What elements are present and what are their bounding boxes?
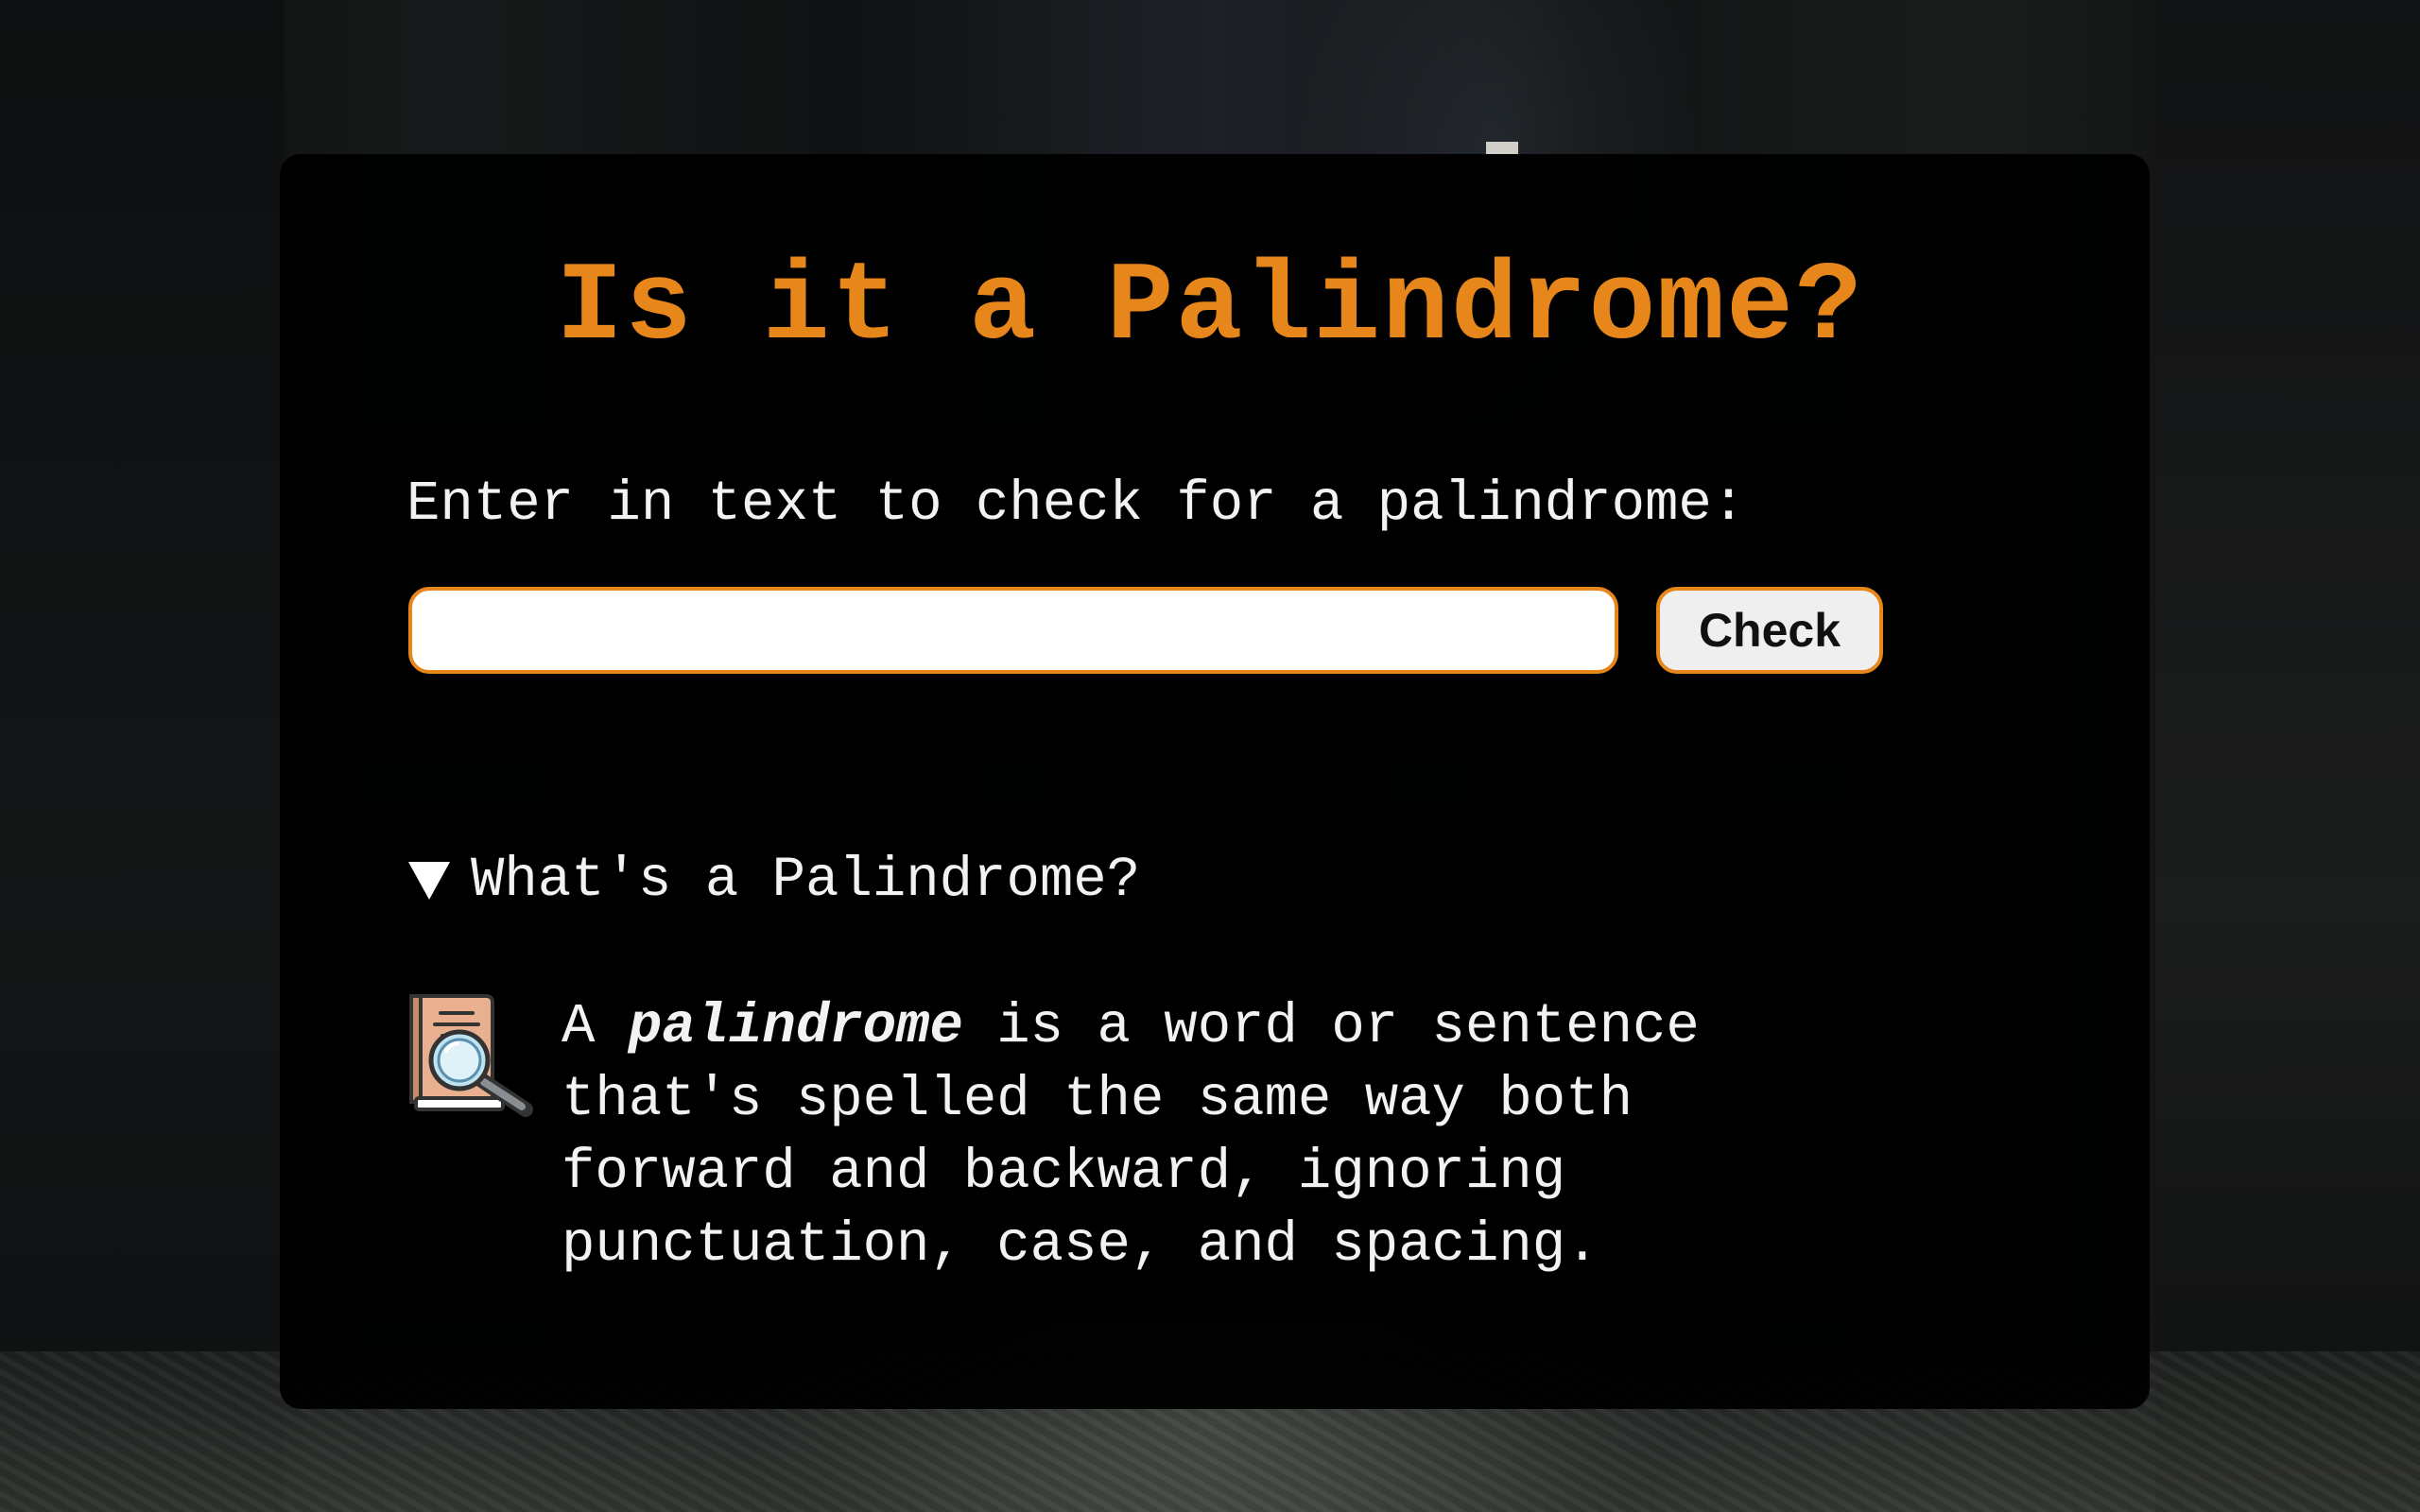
definition-line1-rest: is a word or sentence [962, 995, 1700, 1058]
checker-card: Enter in text to check for a palindrome:… [365, 428, 2065, 759]
book-magnifier-icon [409, 994, 533, 1117]
background-left-wall [0, 0, 284, 1512]
definition-rest: that's spelled the same way both forward… [562, 1068, 1633, 1277]
prompt-label: Enter in text to check for a palindrome: [406, 472, 1746, 536]
background-right-wall [2155, 0, 2420, 1512]
info-details: What's a Palindrome? A palindrome is a w… [365, 805, 2065, 1323]
palindrome-definition: A palindrome is a word or sentence that'… [562, 990, 1979, 1281]
page-title: Is it a Palindrome? [556, 246, 1864, 371]
info-summary-label: What's a Palindrome? [471, 849, 1141, 912]
definition-lead: A [562, 995, 629, 1058]
palindrome-text-input[interactable] [408, 587, 1618, 674]
check-button[interactable]: Check [1656, 587, 1883, 674]
info-summary-toggle[interactable]: What's a Palindrome? [408, 848, 1140, 914]
disclosure-triangle-icon [408, 862, 450, 900]
definition-term: palindrome [628, 995, 963, 1058]
